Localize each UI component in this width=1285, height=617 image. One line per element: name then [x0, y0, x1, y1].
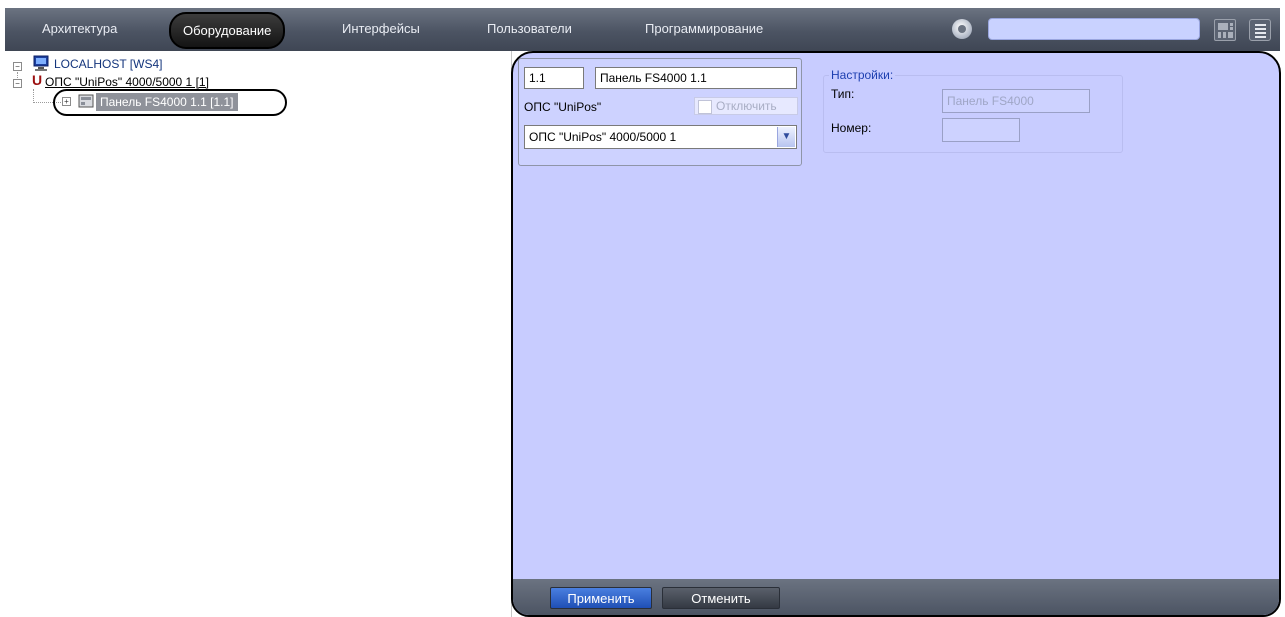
unipos-icon: U — [32, 72, 43, 88]
disable-label: Отключить — [716, 99, 777, 113]
tab-users[interactable]: Пользователи — [487, 21, 572, 36]
settings-panel: 1.1 Панель FS4000 1.1 ОПС "UniPos" Отклю… — [511, 51, 1281, 617]
layout-grid-icon[interactable] — [1214, 19, 1236, 41]
parent-select-value: ОПС "UniPos" 4000/5000 1 — [529, 130, 677, 144]
collapse-icon[interactable]: − — [13, 62, 22, 71]
object-type-label: ОПС "UniPos" — [524, 100, 602, 114]
settings-title: Настройки: — [829, 68, 896, 82]
menu-icon[interactable] — [1249, 19, 1271, 41]
parent-select[interactable]: ОПС "UniPos" 4000/5000 1 ▼ — [524, 125, 797, 149]
number-field[interactable] — [942, 118, 1020, 142]
name-field[interactable]: Панель FS4000 1.1 — [595, 67, 797, 89]
apply-button[interactable]: Применить — [550, 587, 652, 609]
disable-checkbox[interactable]: Отключить — [694, 97, 798, 115]
tab-interfaces[interactable]: Интерфейсы — [342, 21, 420, 36]
tab-programming[interactable]: Программирование — [645, 21, 763, 36]
computer-icon — [33, 55, 49, 71]
cancel-button[interactable]: Отменить — [662, 587, 780, 609]
checkbox-icon[interactable] — [698, 100, 712, 114]
bottom-button-bar: Применить Отменить — [513, 579, 1279, 615]
chevron-down-icon[interactable]: ▼ — [777, 127, 795, 147]
tab-architecture[interactable]: Архитектура — [42, 21, 117, 36]
number-label: Номер: — [831, 121, 872, 135]
highlight-oval — [53, 89, 287, 116]
id-field[interactable]: 1.1 — [524, 67, 584, 89]
search-input[interactable] — [988, 18, 1200, 40]
identification-box: 1.1 Панель FS4000 1.1 ОПС "UniPos" Отклю… — [518, 58, 802, 166]
type-label: Тип: — [831, 87, 855, 101]
type-field: Панель FS4000 — [942, 89, 1090, 113]
object-tree: − LOCALHOST [WS4] − U ОПС "UniPos" 4000/… — [5, 51, 512, 617]
collapse-icon[interactable]: − — [13, 79, 22, 88]
tree-node-localhost[interactable]: LOCALHOST [WS4] — [54, 57, 162, 71]
tree-node-unipos[interactable]: ОПС "UniPos" 4000/5000 1 [1] — [45, 75, 209, 89]
tab-equipment[interactable]: Оборудование — [169, 12, 286, 49]
top-menu-bar: Архитектура Оборудование Интерфейсы Поль… — [5, 8, 1280, 51]
camera-icon[interactable] — [952, 19, 972, 39]
